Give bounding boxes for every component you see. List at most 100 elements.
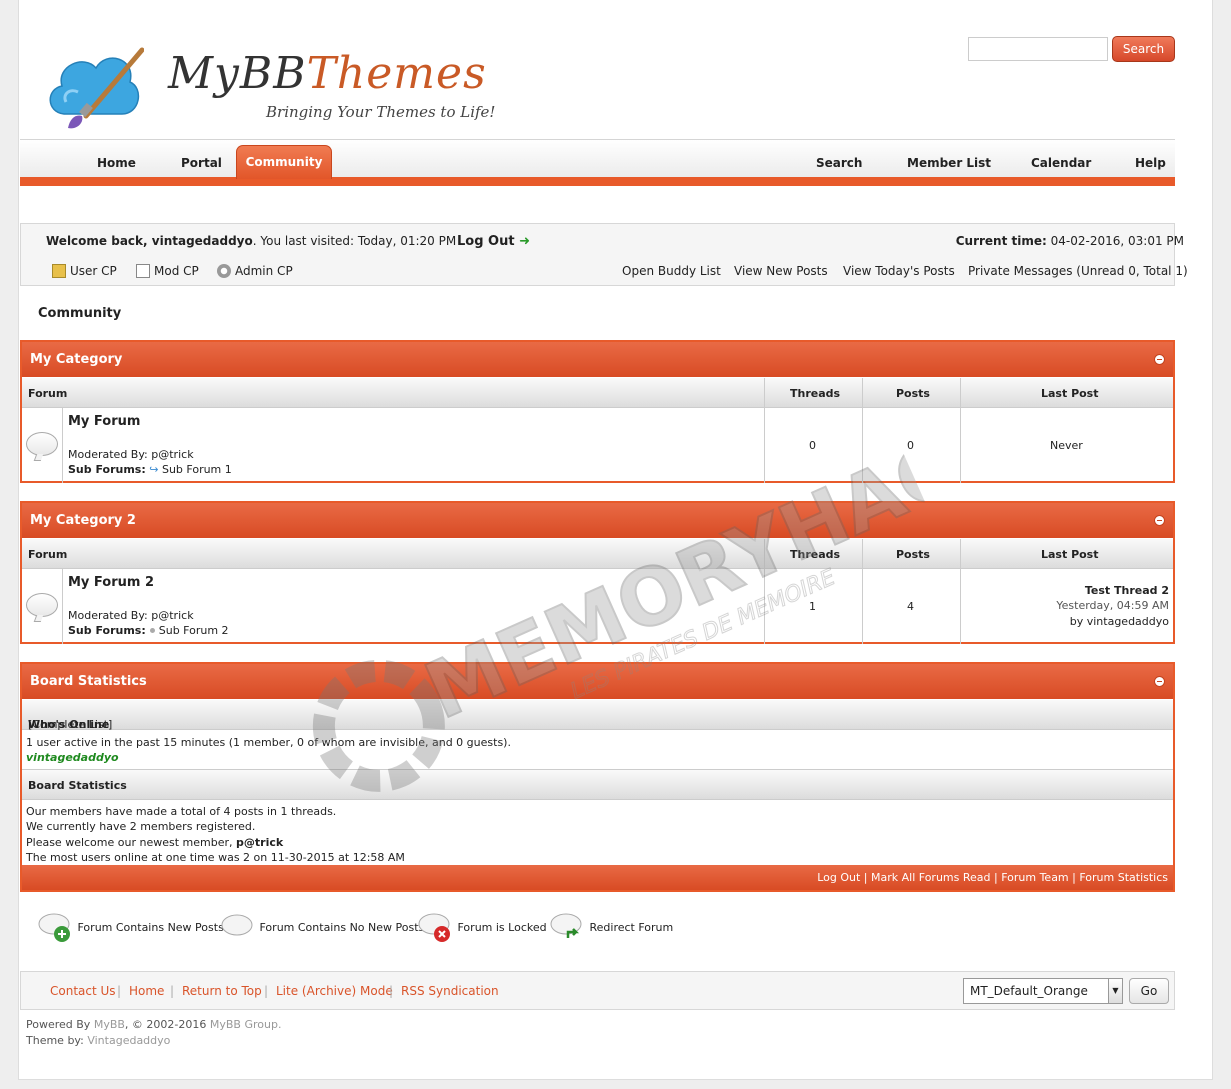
forum-title-link[interactable]: My Forum [68, 414, 140, 429]
theme-credit: Theme by: Vintagedaddyo [26, 1034, 170, 1047]
admin-cp-link[interactable]: Admin CP [217, 264, 293, 278]
new-posts-icon [38, 913, 70, 942]
last-post-author[interactable]: by vintagedaddyo [1070, 615, 1169, 628]
nav-home[interactable]: Home [97, 156, 136, 170]
footer-home-link[interactable]: Home [129, 984, 164, 998]
divider [764, 539, 765, 568]
moderator-link[interactable]: p@trick [151, 609, 193, 622]
buddy-list-link[interactable]: Open Buddy List [622, 264, 721, 278]
stats-line-2: We currently have 2 members registered. [26, 820, 256, 833]
theme-select[interactable]: MT_Default_Orange ▼ [963, 978, 1123, 1004]
col-threads: Threads [790, 548, 841, 561]
collapse-icon[interactable] [1154, 676, 1165, 687]
forum-status-icon [26, 593, 58, 617]
newest-member-link[interactable]: p@trick [236, 836, 283, 849]
whos-online-header: Who's Online [Complete List] [22, 700, 1173, 731]
legend-locked-label: Forum is Locked [457, 921, 547, 934]
legend-new-posts: Forum Contains New Posts [38, 912, 224, 944]
last-post-time: Yesterday, 04:59 AM [1056, 599, 1169, 612]
col-posts: Posts [896, 387, 930, 400]
collapse-icon[interactable] [1154, 515, 1165, 526]
divider [960, 569, 961, 644]
moderator-link[interactable]: p@trick [151, 448, 193, 461]
divider [764, 408, 765, 483]
no-new-posts-icon [221, 914, 253, 936]
todays-posts-link[interactable]: View Today's Posts [843, 264, 955, 278]
forum-title-link[interactable]: My Forum 2 [68, 575, 154, 590]
online-summary: 1 user active in the past 15 minutes (1 … [26, 736, 511, 749]
stats-header[interactable]: Board Statistics [22, 664, 1173, 700]
category-title: My Category [30, 352, 123, 367]
go-button[interactable]: Go [1129, 978, 1169, 1004]
sub-forum-link[interactable]: Sub Forum 2 [159, 624, 229, 637]
category-header[interactable]: My Category 2 [22, 503, 1173, 539]
user-cp-link[interactable]: User CP [52, 264, 117, 278]
divider [764, 569, 765, 644]
legend-new-label: Forum Contains New Posts [77, 921, 224, 934]
collapse-icon[interactable] [1154, 354, 1165, 365]
online-user-link[interactable]: vintagedaddyo [26, 750, 119, 765]
mod-cp-link[interactable]: Mod CP [136, 264, 199, 278]
footer-separator: | [170, 984, 175, 998]
logout-link[interactable]: Log Out ➜ [457, 234, 530, 249]
footer-rss-link[interactable]: RSS Syndication [401, 984, 499, 998]
logo-icon[interactable] [44, 44, 144, 134]
footer-top-link[interactable]: Return to Top [182, 984, 262, 998]
search-input[interactable] [968, 37, 1108, 61]
sub-forums-label: Sub Forums: [68, 463, 146, 476]
category-table-1: My Category Forum Threads Posts Last Pos… [20, 340, 1175, 483]
col-threads: Threads [790, 387, 841, 400]
page-title: Community [38, 306, 122, 321]
table-row: My Forum Moderated By: p@trick Sub Forum… [22, 408, 1173, 483]
logout-label: Log Out [457, 234, 515, 249]
footer-contact-link[interactable]: Contact Us [50, 984, 116, 998]
user-cp-icon [52, 264, 66, 278]
footer-separator: | [264, 984, 269, 998]
footer-separator: | [117, 984, 122, 998]
theme-author-link[interactable]: Vintagedaddyo [87, 1034, 170, 1047]
stats-footer-links[interactable]: Log Out | Mark All Forums Read | Forum T… [817, 871, 1168, 884]
search-button[interactable]: Search [1112, 36, 1175, 62]
new-posts-link[interactable]: View New Posts [734, 264, 828, 278]
legend-locked: Forum is Locked [418, 912, 547, 944]
category-header[interactable]: My Category [22, 342, 1173, 378]
private-messages-link[interactable]: Private Messages (Unread 0, Total 1) [968, 264, 1188, 278]
current-time-value: 04-02-2016, 03:01 PM [1050, 234, 1184, 248]
footer-lite-link[interactable]: Lite (Archive) Mode [276, 984, 393, 998]
mybb-group-link[interactable]: MyBB Group. [210, 1018, 282, 1031]
nav-portal[interactable]: Portal [181, 156, 222, 170]
board-stats-body: Our members have made a total of 4 posts… [22, 800, 1173, 870]
last-post-thread-link[interactable]: Test Thread 2 [1085, 584, 1169, 597]
copyright-text: , © 2002-2016 [124, 1018, 207, 1031]
welcome-newest-text: Please welcome our newest member, [26, 836, 233, 849]
powered-by-label: Powered By [26, 1018, 91, 1031]
nav-search[interactable]: Search [816, 156, 862, 170]
nav-member-list[interactable]: Member List [907, 156, 991, 170]
post-count: 4 [907, 600, 914, 613]
nav-calendar[interactable]: Calendar [1031, 156, 1091, 170]
nav-help[interactable]: Help [1135, 156, 1166, 170]
sub-forums-label: Sub Forums: [68, 624, 146, 637]
site-title-main: MyBB [168, 48, 307, 99]
moderated-label: Moderated By: [68, 609, 148, 622]
col-posts: Posts [896, 548, 930, 561]
stats-footer: Log Out | Mark All Forums Read | Forum T… [22, 865, 1173, 890]
sub-forum-link[interactable]: Sub Forum 1 [162, 463, 232, 476]
stats-title: Board Statistics [30, 674, 147, 689]
category-table-2: My Category 2 Forum Threads Posts Last P… [20, 501, 1175, 644]
current-time: Current time: 04-02-2016, 03:01 PM [956, 234, 1184, 248]
divider [862, 539, 863, 568]
site-title-accent: Themes [306, 48, 487, 99]
moderated-by: Moderated By: p@trick [68, 448, 194, 461]
moderated-by: Moderated By: p@trick [68, 609, 194, 622]
divider [960, 378, 961, 407]
mybb-link[interactable]: MyBB [94, 1018, 125, 1031]
col-last-post: Last Post [1041, 548, 1099, 561]
thread-count: 1 [809, 600, 816, 613]
stats-line-1: Our members have made a total of 4 posts… [26, 805, 337, 818]
theme-by-label: Theme by: [26, 1034, 84, 1047]
post-count: 0 [907, 439, 914, 452]
forum-status-icon [26, 432, 58, 456]
table-row: My Forum 2 Moderated By: p@trick Sub For… [22, 569, 1173, 644]
nav-community[interactable]: Community [236, 145, 332, 179]
